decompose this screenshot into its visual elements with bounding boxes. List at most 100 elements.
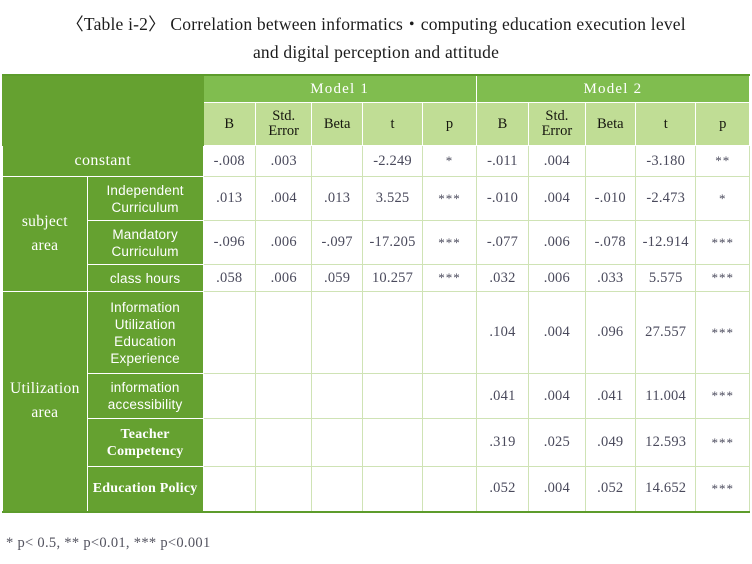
cell-m1-p	[422, 291, 477, 374]
table-row: Teacher Competency .319 .025 .049 12.593…	[3, 418, 750, 467]
cell-m1-se: .006	[254, 264, 313, 292]
cell-m2-p: ***	[695, 220, 750, 265]
header-m2-beta-text: Beta	[596, 115, 624, 132]
cell-m2-beta: .041	[584, 373, 636, 419]
regression-results-table: Model 1 Model 2 B Std. Error Beta t p B S…	[2, 74, 751, 513]
cell-m2-se: .006	[528, 264, 586, 292]
group-label-utilization-area-line2: area	[31, 404, 59, 422]
row-label-information-accessibility-line2: accessibility	[107, 397, 183, 412]
row-label-education-policy: Education Policy	[86, 466, 204, 512]
row-label-info-utilization-line3: Education	[114, 333, 177, 349]
row-label-constant: constant	[2, 145, 204, 177]
cell-m2-b: .041	[475, 373, 530, 419]
table-row: constant -.008 .003 -2.249 * -.011 .004 …	[2, 145, 750, 177]
header-model-1: Model 1	[202, 74, 477, 103]
cell-m2-b: -.010	[475, 176, 530, 221]
cell-m1-se: .003	[254, 145, 313, 177]
row-label-info-utilization-line1: Information	[110, 299, 180, 315]
row-label-teacher-competency-line1: Teacher	[120, 426, 170, 442]
cell-m2-t: -12.914	[634, 220, 697, 265]
row-label-independent-curriculum: Independent Curriculum	[86, 176, 204, 221]
cell-m1-p: ***	[422, 264, 477, 292]
table-head: Model 1 Model 2 B Std. Error Beta t p B S…	[2, 74, 751, 146]
cell-m2-se: .006	[528, 220, 586, 265]
cell-m1-b: -.008	[202, 145, 256, 177]
cell-m1-b: -.096	[202, 220, 256, 265]
cell-m2-beta: -.010	[584, 176, 636, 221]
cell-m2-t: 12.593	[634, 418, 697, 467]
table-row: Mandatory Curriculum -.096 .006 -.097 -1…	[3, 220, 750, 265]
cell-m2-p: **	[695, 145, 750, 177]
cell-m1-b	[202, 418, 256, 467]
cell-m1-t: 3.525	[361, 176, 424, 221]
header-m1-b-text: B	[224, 115, 235, 132]
cell-m2-se: .004	[528, 291, 586, 374]
group-label-subject-area-line2: area	[31, 237, 59, 254]
row-label-independent-curriculum-line1: Independent	[106, 182, 184, 198]
header-m1-std-error-line1: Std.	[272, 108, 296, 124]
table-row: subject area Independent Curriculum .013…	[2, 176, 750, 292]
cell-m1-p: ***	[422, 176, 477, 221]
row-label-mandatory-curriculum-line2: Curriculum	[111, 243, 179, 259]
cell-m1-se	[254, 373, 313, 419]
row-label-mandatory-curriculum-line1: Mandatory	[112, 226, 178, 242]
cell-m2-b: .104	[475, 291, 530, 374]
cell-m2-b: .052	[475, 466, 530, 512]
cell-m1-b	[202, 291, 256, 374]
cell-m1-beta	[311, 145, 363, 177]
row-label-independent-curriculum-line2: Curriculum	[111, 199, 179, 215]
cell-m2-se: .004	[528, 373, 586, 419]
cell-m1-beta	[311, 418, 363, 467]
row-label-teacher-competency-line2: Competency	[106, 443, 184, 459]
cell-m1-beta	[311, 373, 363, 419]
cell-m2-se: .004	[528, 176, 586, 221]
cell-m2-p: ***	[695, 466, 750, 512]
group-label-subject-area: subject area	[2, 176, 88, 292]
group-label-utilization-area-line1: Utilization	[10, 380, 80, 398]
cell-m1-p	[422, 418, 477, 467]
significance-footnote: * p< 0.5, ** p<0.01, *** p<0.001	[6, 534, 211, 551]
cell-m2-t: -2.473	[634, 176, 697, 221]
cell-m2-se: .004	[528, 466, 586, 512]
table-row: Utilization area Information Utilization…	[2, 291, 750, 512]
header-m1-std-error-line2: Error	[268, 123, 299, 139]
cell-m2-b: .032	[475, 264, 530, 292]
cell-m1-beta	[311, 466, 363, 512]
cell-m1-se	[254, 291, 313, 374]
group-label-utilization-area: Utilization area	[2, 291, 88, 512]
row-label-info-utilization-line4: Experience	[110, 350, 180, 366]
cell-m1-t: 10.257	[361, 264, 424, 292]
cell-m1-t	[361, 373, 424, 419]
header-m2-beta: Beta	[584, 102, 636, 146]
header-model-2: Model 2	[475, 74, 751, 103]
cell-m1-t	[361, 291, 424, 374]
header-m2-std-error: Std. Error	[528, 102, 586, 146]
header-m2-t: t	[634, 102, 697, 146]
cell-m2-p: *	[695, 176, 750, 221]
cell-m2-beta	[584, 145, 636, 177]
cell-m1-se	[254, 466, 313, 512]
cell-m1-b	[202, 466, 256, 512]
header-m1-p-text: p	[445, 115, 454, 132]
cell-m2-p: ***	[695, 418, 750, 467]
cell-m2-beta: -.078	[584, 220, 636, 265]
table-row: information accessibility .041 .004 .041…	[3, 373, 750, 419]
cell-m2-t: 27.557	[634, 291, 697, 374]
row-label-info-utilization-line2: Utilization	[114, 316, 176, 332]
header-m2-t-text: t	[663, 115, 668, 132]
cell-m1-t	[361, 418, 424, 467]
cell-m2-se: .025	[528, 418, 586, 467]
header-m2-p-text: p	[719, 115, 727, 132]
header-m1-b: B	[202, 102, 256, 146]
group-label-subject-area-line1: subject	[21, 213, 68, 230]
cell-m1-se	[254, 418, 313, 467]
cell-m1-p	[422, 466, 477, 512]
cell-m1-b: .013	[202, 176, 256, 221]
cell-m2-b: -.011	[475, 145, 530, 177]
row-label-teacher-competency: Teacher Competency	[86, 418, 204, 467]
cell-m1-t: -17.205	[361, 220, 424, 265]
row-label-class-hours: class hours	[86, 264, 204, 292]
header-m2-std-error-line1: Std.	[545, 108, 569, 124]
cell-m2-p: ***	[695, 264, 750, 292]
cell-m1-beta: .013	[311, 176, 363, 221]
